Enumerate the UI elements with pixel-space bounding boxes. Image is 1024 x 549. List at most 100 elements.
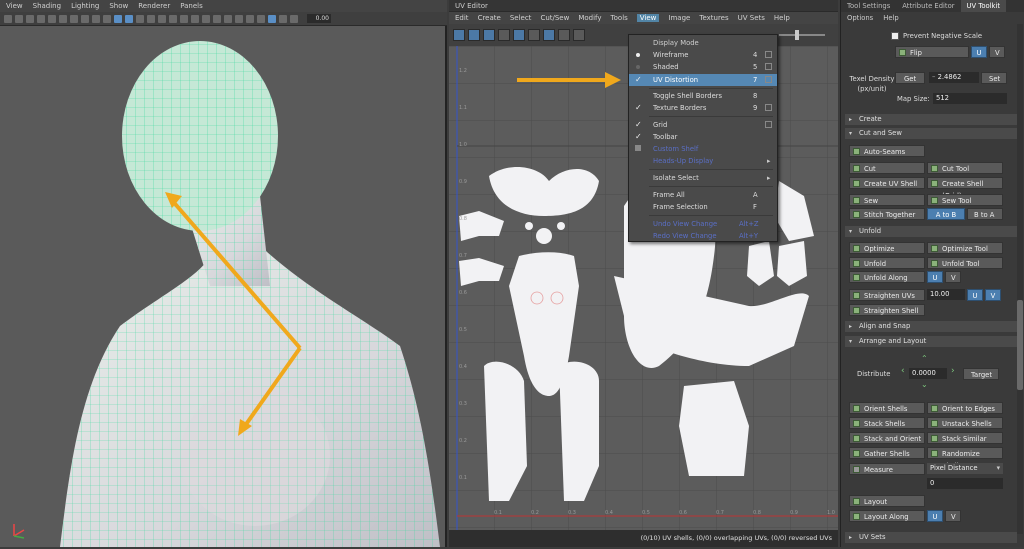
measure-button[interactable]: Measure — [849, 463, 925, 475]
cut-tool-button[interactable]: Cut Tool — [927, 162, 1003, 174]
lights-icon[interactable] — [158, 14, 166, 23]
uv-borders-icon[interactable] — [528, 29, 540, 41]
menu-item-toggle-shell-borders[interactable]: Toggle Shell Borders 8 — [629, 90, 777, 102]
randomize-shells-button[interactable]: Randomize Shells — [927, 447, 1003, 470]
menu-item-isolate-select[interactable]: Isolate Select ▸ — [629, 172, 777, 184]
unfold-along-button[interactable]: Unfold Along — [849, 271, 925, 283]
menu-item-texture-borders[interactable]: ✓ Texture Borders 9 — [629, 102, 777, 114]
gamma-icon[interactable] — [290, 14, 298, 23]
menu-item-redo-view-change[interactable]: Redo View Change Alt+Y — [629, 230, 777, 242]
menu-panels[interactable]: Panels — [180, 2, 203, 10]
straighten-shell-button[interactable]: Straighten Shell — [849, 304, 925, 316]
menu-item-custom-shelf[interactable]: Custom Shelf — [629, 143, 777, 155]
uv-menu-cut-sew[interactable]: Cut/Sew — [540, 14, 569, 22]
menu-show[interactable]: Show — [109, 2, 128, 10]
uv-dim-icon[interactable] — [498, 29, 510, 41]
film-gate-icon[interactable] — [59, 14, 67, 23]
target-button[interactable]: Target — [963, 368, 999, 380]
uv-menu-tools[interactable]: Tools — [611, 14, 628, 22]
exposure-field[interactable]: 0.00 — [307, 14, 331, 23]
map-size-field[interactable]: 512 — [933, 93, 1007, 104]
xray-components-icon[interactable] — [257, 14, 265, 23]
uv-shaded-icon[interactable] — [513, 29, 525, 41]
uv-snapshot-icon[interactable] — [573, 29, 585, 41]
section-unfold[interactable]: ▾ Unfold — [845, 226, 1017, 237]
menu-renderer[interactable]: Renderer — [138, 2, 170, 10]
menu-options[interactable]: Options — [847, 12, 873, 24]
sew-tool-button[interactable]: Sew Tool — [927, 194, 1003, 206]
menu-item-grid[interactable]: ✓ Grid — [629, 119, 777, 131]
antialias-icon[interactable] — [202, 14, 210, 23]
stitch-together-button[interactable]: Stitch Together — [849, 208, 925, 220]
option-box-icon[interactable] — [765, 76, 772, 83]
uv-pixel-snap-icon[interactable] — [558, 29, 570, 41]
optimize-button[interactable]: Optimize — [849, 242, 925, 254]
grid-icon[interactable] — [48, 14, 56, 23]
shadows-icon[interactable] — [169, 14, 177, 23]
menu-item-wireframe[interactable]: Wireframe 4 — [629, 49, 777, 61]
motion-blur-icon[interactable] — [191, 14, 199, 23]
orient-to-edges-button[interactable]: Orient to Edges — [927, 402, 1003, 414]
distribute-left-arrow-icon[interactable]: ‹ — [901, 366, 905, 376]
unfold-u-button[interactable]: U — [927, 271, 943, 283]
texel-set-button[interactable]: Set — [981, 72, 1007, 84]
backface-icon[interactable] — [268, 14, 276, 23]
menu-help[interactable]: Help — [883, 12, 899, 24]
distribute-up-arrow-icon[interactable]: ⌃ — [921, 354, 928, 363]
safe-action-icon[interactable] — [103, 14, 111, 23]
textured-icon[interactable] — [147, 14, 155, 23]
exposure-icon[interactable] — [279, 14, 287, 23]
a-to-b-button[interactable]: A to B — [927, 208, 965, 220]
option-box-icon[interactable] — [765, 63, 772, 70]
uv-menu-select[interactable]: Select — [510, 14, 532, 22]
isolate-icon[interactable] — [224, 14, 232, 23]
ambient-occlusion-icon[interactable] — [180, 14, 188, 23]
gate-mask-icon[interactable] — [81, 14, 89, 23]
smooth-shade-icon[interactable] — [125, 14, 133, 23]
uv-menu-help[interactable]: Help — [774, 14, 790, 22]
straighten-uvs-button[interactable]: Straighten UVs — [849, 289, 925, 301]
bookmark-icon[interactable] — [26, 14, 34, 23]
unfold-button[interactable]: Unfold — [849, 257, 925, 269]
menu-item-shaded[interactable]: Shaded 5 — [629, 61, 777, 73]
option-box-icon[interactable] — [765, 51, 772, 58]
menu-item-toolbar[interactable]: ✓ Toolbar — [629, 131, 777, 143]
flip-u-button[interactable]: U — [971, 46, 987, 58]
menu-lighting[interactable]: Lighting — [71, 2, 99, 10]
flip-button[interactable]: Flip — [895, 46, 969, 58]
wireframe-on-shaded-icon[interactable] — [136, 14, 144, 23]
uv-exposure-slider-handle[interactable] — [795, 30, 799, 40]
option-box-icon[interactable] — [765, 104, 772, 111]
uv-menu-textures[interactable]: Textures — [699, 14, 728, 22]
unfold-tool-button[interactable]: Unfold Tool — [927, 257, 1003, 269]
distribute-field[interactable]: 0.0000 — [909, 368, 947, 379]
texel-get-button[interactable]: Get — [895, 72, 925, 84]
auto-seams-button[interactable]: Auto-Seams — [849, 145, 925, 157]
menu-shading[interactable]: Shading — [33, 2, 61, 10]
layout-u-button[interactable]: U — [927, 510, 943, 522]
menu-item-undo-view-change[interactable]: Undo View Change Alt+Z — [629, 218, 777, 230]
section-create[interactable]: ▸ Create — [845, 114, 1017, 125]
b-to-a-button[interactable]: B to A — [967, 208, 1003, 220]
section-cut-and-sew[interactable]: ▾ Cut and Sew — [845, 128, 1017, 139]
gather-shells-button[interactable]: Gather Shells — [849, 447, 925, 459]
create-shell-grid-button[interactable]: Create Shell (Grid) — [927, 177, 1003, 200]
depth-of-field-icon[interactable] — [213, 14, 221, 23]
resolution-gate-icon[interactable] — [70, 14, 78, 23]
distribute-right-arrow-icon[interactable]: › — [951, 366, 955, 376]
straighten-u-button[interactable]: U — [967, 289, 983, 301]
tab-attribute-editor[interactable]: Attribute Editor — [896, 0, 960, 12]
measure-mode-select[interactable]: Pixel Distance ▾ — [927, 463, 1003, 474]
camera-attr-icon[interactable] — [15, 14, 23, 23]
layout-button[interactable]: Layout — [849, 495, 925, 507]
stack-similar-button[interactable]: Stack Similar — [927, 432, 1003, 444]
unfold-v-button[interactable]: V — [945, 271, 961, 283]
section-align-and-snap[interactable]: ▸ Align and Snap — [845, 321, 1017, 332]
unstack-shells-button[interactable]: Unstack Shells — [927, 417, 1003, 429]
field-chart-icon[interactable] — [92, 14, 100, 23]
uv-menu-modify[interactable]: Modify — [578, 14, 601, 22]
texel-density-field[interactable]: – 2.4862 — [929, 72, 979, 83]
wireframe-icon[interactable] — [114, 14, 122, 23]
menu-item-frame-all[interactable]: Frame All A — [629, 189, 777, 201]
straighten-v-button[interactable]: V — [985, 289, 1001, 301]
